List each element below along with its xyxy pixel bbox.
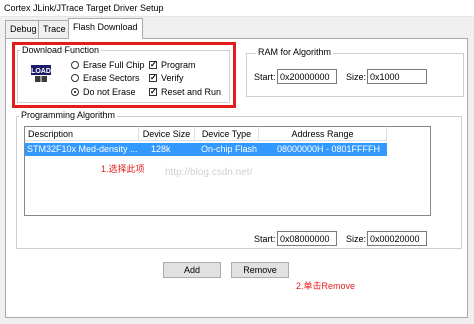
reset-and-run-label: Reset and Run: [161, 87, 222, 97]
prog-size-input[interactable]: [367, 231, 427, 246]
row-device-size: 128k: [151, 144, 171, 154]
do-not-erase-label: Do not Erase: [83, 87, 136, 97]
ram-size-label: Size:: [346, 72, 367, 82]
row-description: STM32F10x Med-density ...: [27, 144, 137, 154]
table-row[interactable]: STM32F10x Med-density ... 128k On-chip F…: [25, 143, 387, 156]
title-bar: Cortex JLink/JTrace Target Driver Setup: [0, 0, 474, 17]
checkbox-program[interactable]: ✓: [149, 61, 157, 69]
radio-erase-full-chip[interactable]: [71, 61, 79, 69]
ram-group-label: RAM for Algorithm: [256, 47, 334, 57]
checkbox-reset-and-run[interactable]: ✓: [149, 88, 157, 96]
column-header-device-type[interactable]: Device Type: [195, 127, 259, 141]
add-button[interactable]: Add: [163, 262, 221, 278]
program-label: Program: [161, 60, 196, 70]
load-icon: LOAD: [31, 65, 51, 82]
erase-sectors-label: Erase Sectors: [83, 73, 140, 83]
column-header-description[interactable]: Description: [25, 127, 139, 141]
row-address-range: 08000000H - 0801FFFFH: [277, 144, 381, 154]
click-remove-annotation: 2.单击Remove: [296, 281, 356, 291]
download-function-label: Download Function: [20, 45, 102, 55]
programming-algorithm-label: Programming Algorithm: [19, 110, 118, 120]
algorithm-list[interactable]: Description Device Size Device Type Addr…: [24, 126, 431, 216]
prog-size-label: Size:: [346, 234, 367, 244]
ram-size-input[interactable]: [367, 69, 427, 84]
radio-do-not-erase[interactable]: [71, 88, 79, 96]
select-item-annotation: 1.选择此项: [101, 164, 145, 174]
verify-label: Verify: [161, 73, 184, 83]
radio-erase-sectors[interactable]: [71, 74, 79, 82]
ram-start-label: Start:: [254, 72, 276, 82]
tab-flash-download[interactable]: Flash Download: [68, 18, 143, 39]
prog-start-label: Start:: [254, 234, 276, 244]
checkbox-verify[interactable]: ✓: [149, 74, 157, 82]
tab-trace[interactable]: Trace: [38, 20, 71, 38]
erase-full-chip-label: Erase Full Chip: [83, 60, 145, 70]
watermark: http://blog.csdn.net/: [165, 167, 253, 178]
tab-debug[interactable]: Debug: [5, 20, 42, 38]
remove-button[interactable]: Remove: [231, 262, 289, 278]
prog-start-input[interactable]: [277, 231, 337, 246]
row-device-type: On-chip Flash: [201, 144, 258, 154]
ram-start-input[interactable]: [277, 69, 337, 84]
svg-text:LOAD: LOAD: [31, 68, 51, 75]
column-header-address-range[interactable]: Address Range: [259, 127, 387, 141]
column-header-device-size[interactable]: Device Size: [139, 127, 195, 141]
window-title: Cortex JLink/JTrace Target Driver Setup: [4, 3, 164, 13]
